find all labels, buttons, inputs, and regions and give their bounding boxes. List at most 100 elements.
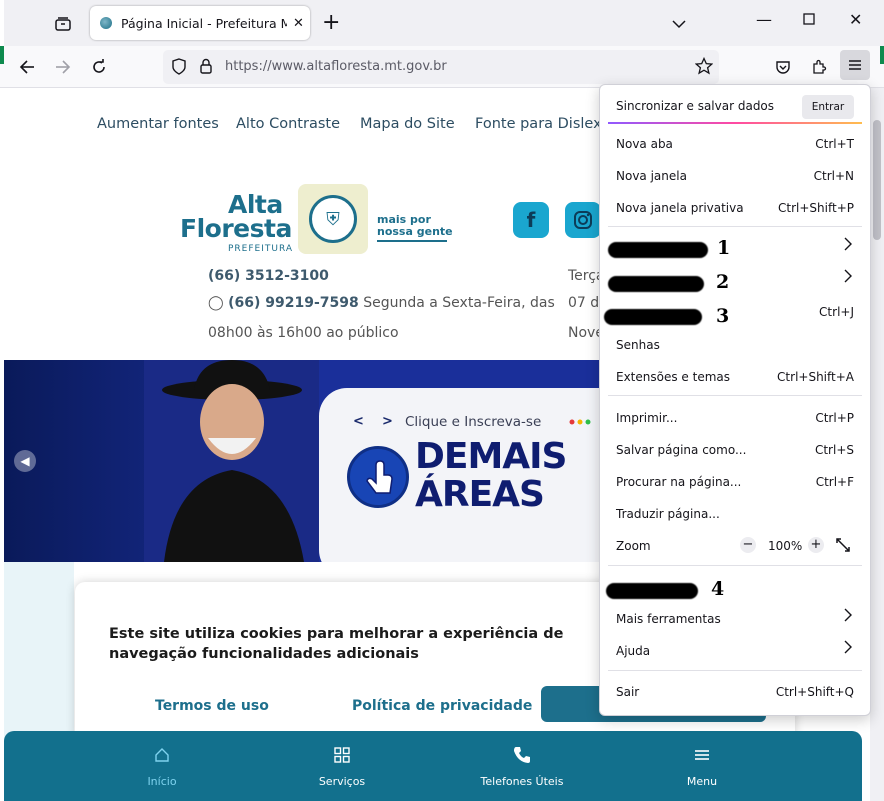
menu-item-new-tab[interactable]: Nova aba Ctrl+T <box>600 129 870 159</box>
nav-home[interactable]: Início <box>102 743 222 788</box>
quit-shortcut: Ctrl+Shift+Q <box>775 685 854 699</box>
menu-item-redacted-1[interactable]: 1 <box>600 233 870 263</box>
fullscreen-icon[interactable] <box>836 538 850 555</box>
shield-icon[interactable] <box>171 58 187 80</box>
menu-item-passwords[interactable]: Senhas <box>600 330 870 360</box>
sitemap-link[interactable]: Mapa do Site <box>360 116 455 132</box>
banner-prev[interactable]: < <box>353 414 364 429</box>
pointer-hand-icon <box>347 446 409 508</box>
new-tab-icon[interactable]: + <box>322 12 340 34</box>
quit-label: Sair <box>616 685 640 699</box>
chevron-right-icon <box>844 269 852 287</box>
menu-item-extensions[interactable]: Extensões e temas Ctrl+Shift+A <box>600 362 870 392</box>
nav-menu[interactable]: Menu <box>642 743 762 788</box>
whatsapp-number[interactable]: (66) 99219-7598 <box>228 295 359 311</box>
menu-item-quit[interactable]: Sair Ctrl+Shift+Q <box>600 677 870 707</box>
extensions-icon[interactable] <box>806 54 832 80</box>
forward-icon[interactable] <box>50 54 76 80</box>
minimize-icon[interactable]: — <box>756 10 772 29</box>
page-scrollbar[interactable] <box>870 88 884 801</box>
site-favicon-icon <box>100 17 112 29</box>
banner-next[interactable]: > <box>382 414 393 429</box>
menu-item-more-tools[interactable]: Mais ferramentas <box>600 604 870 634</box>
signin-button[interactable]: Entrar <box>802 95 854 119</box>
chevron-right-icon <box>844 237 852 255</box>
redaction-mark <box>606 583 698 599</box>
bookmark-star-icon[interactable] <box>694 56 714 79</box>
high-contrast-link[interactable]: Alto Contraste <box>236 116 340 132</box>
reload-icon[interactable] <box>86 54 112 80</box>
print-label: Imprimir... <box>616 411 678 425</box>
nav-phones-label: Telefones Úteis <box>480 775 564 788</box>
facebook-icon[interactable]: f <box>513 202 549 238</box>
new-tab-label: Nova aba <box>616 137 673 151</box>
increase-font-link[interactable]: Aumentar fontes <box>97 116 219 132</box>
extensions-shortcut: Ctrl+Shift+A <box>777 370 854 384</box>
close-window-icon[interactable]: ✕ <box>849 10 862 29</box>
carousel-prev-icon[interactable]: ◀ <box>14 450 36 472</box>
logo-line2: Floresta <box>180 214 292 243</box>
menu-separator <box>608 395 862 396</box>
zoom-out-button[interactable]: − <box>740 537 756 553</box>
firefox-view-icon[interactable] <box>50 12 76 36</box>
translate-label: Traduzir página... <box>616 507 720 521</box>
redaction-mark <box>608 276 704 292</box>
nav-services[interactable]: Serviços <box>282 743 402 788</box>
phone-text: (66) 3512-3100 <box>208 268 329 284</box>
nav-phones[interactable]: Telefones Úteis <box>462 743 582 788</box>
maximize-icon[interactable] <box>803 10 815 29</box>
zoom-label: Zoom <box>616 539 651 553</box>
privacy-link[interactable]: Política de privacidade <box>352 698 532 714</box>
menu-item-private-window[interactable]: Nova janela privativa Ctrl+Shift+P <box>600 193 870 223</box>
accent-strip <box>880 46 884 64</box>
instagram-icon[interactable] <box>565 202 601 238</box>
annotation-1: 1 <box>717 237 731 259</box>
menu-item-zoom: Zoom − 100% + <box>600 531 870 561</box>
menu-item-new-window[interactable]: Nova janela Ctrl+N <box>600 161 870 191</box>
bottom-navigation: Início Serviços Telefones Úteis Menu <box>4 731 862 801</box>
lock-icon[interactable] <box>199 58 213 78</box>
menu-item-redacted-2[interactable]: 2 <box>600 265 870 295</box>
tab-active[interactable]: Página Inicial - Prefeitura Muni... ✕ <box>90 6 310 40</box>
browser-window: Página Inicial - Prefeitura Muni... ✕ + … <box>0 0 884 801</box>
menu-icon <box>642 743 762 767</box>
banner-person-image <box>144 360 319 562</box>
site-logo[interactable]: Alta Floresta PREFEITURA ⛨ mais por nossa… <box>178 184 458 256</box>
banner-nav-arrows[interactable]: < > <box>353 414 393 429</box>
menu-item-save-page[interactable]: Salvar página como... Ctrl+S <box>600 435 870 465</box>
menu-item-find[interactable]: Procurar na página... Ctrl+F <box>600 467 870 497</box>
tab-close-icon[interactable]: ✕ <box>293 16 304 31</box>
redaction-mark <box>604 309 702 325</box>
app-menu-panel: Sincronizar e salvar dados Entrar Nova a… <box>599 84 871 716</box>
pocket-icon[interactable] <box>770 54 796 80</box>
chevron-down-icon[interactable] <box>672 14 686 33</box>
redaction-mark <box>608 242 708 258</box>
zoom-level[interactable]: 100% <box>768 539 802 553</box>
hamburger-menu-icon[interactable] <box>840 50 870 80</box>
traffic-dots-icon <box>569 419 591 425</box>
chevron-right-icon <box>844 608 852 626</box>
menu-separator <box>608 226 862 227</box>
phone-number[interactable]: (66) 3512-3100 <box>208 268 329 284</box>
scrollbar-thumb[interactable] <box>873 120 881 240</box>
menu-item-print[interactable]: Imprimir... Ctrl+P <box>600 403 870 433</box>
dyslexia-font-link[interactable]: Fonte para Dislexia <box>475 116 615 132</box>
private-window-shortcut: Ctrl+Shift+P <box>778 201 854 215</box>
menu-item-redacted-4[interactable]: 4 <box>600 573 870 603</box>
city-seal-icon: ⛨ <box>298 184 368 254</box>
banner-cta[interactable]: Clique e Inscreva-se <box>405 414 541 430</box>
menu-item-help[interactable]: Ajuda <box>600 636 870 666</box>
navigation-toolbar: https://www.altafloresta.mt.gov.br <box>0 46 884 88</box>
zoom-in-button[interactable]: + <box>808 537 824 553</box>
annotation-2: 2 <box>716 271 730 293</box>
print-shortcut: Ctrl+P <box>815 411 854 425</box>
address-bar[interactable]: https://www.altafloresta.mt.gov.br <box>163 50 719 84</box>
menu-item-translate[interactable]: Traduzir página... <box>600 499 870 529</box>
terms-link[interactable]: Termos de uso <box>155 698 269 714</box>
menu-item-redacted-3[interactable]: 3 Ctrl+J <box>600 297 870 327</box>
back-icon[interactable] <box>14 54 40 80</box>
url-text[interactable]: https://www.altafloresta.mt.gov.br <box>225 59 447 74</box>
nav-home-label: Início <box>147 775 177 788</box>
tab-title: Página Inicial - Prefeitura Muni... <box>121 15 287 31</box>
sync-row[interactable]: Sincronizar e salvar dados Entrar <box>600 89 870 123</box>
